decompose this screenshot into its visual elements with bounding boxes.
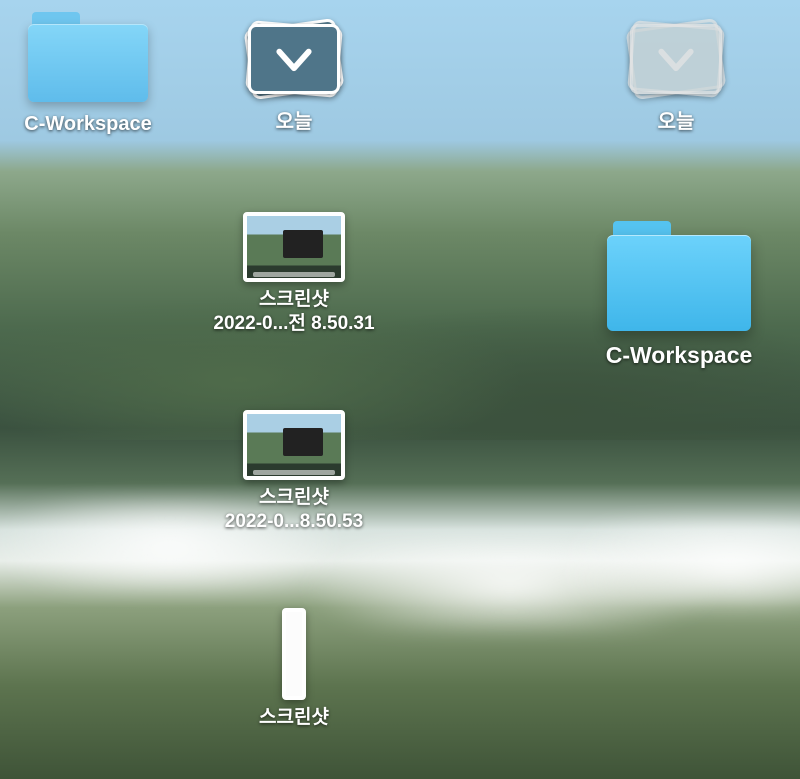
screenshot-item-2[interactable]: 스크린샷2022-0...8.50.53 [204,410,384,534]
screenshot-thumbnail-icon [243,410,345,480]
screenshot-label: 스크린샷2022-0...8.50.53 [225,486,363,534]
chevron-down-icon [272,37,316,81]
stack-label: 오늘 [658,110,695,135]
desktop-left: C-Workspace 오늘 스크린샷2022-0...전 8.50.31 [0,0,400,779]
folder-icon [24,6,152,106]
folder-icon [603,215,755,335]
folder-c-workspace[interactable]: C-Workspace [0,6,178,137]
stack-today[interactable]: 오늘 [586,14,766,135]
stack-icon [239,14,349,104]
screenshot-thumbnail-icon [282,608,306,700]
stack-icon [621,14,731,104]
screenshot-label: 스크린샷2022-0...전 8.50.31 [213,288,374,336]
screenshot-item-3[interactable]: 스크린샷 [204,608,384,730]
screenshot-thumbnail-icon [243,212,345,282]
chevron-down-icon [654,37,698,81]
stack-label: 오늘 [276,110,313,135]
stack-today[interactable]: 오늘 [204,14,384,135]
screenshot-label: 스크린샷 [259,706,329,730]
screenshot-item-1[interactable]: 스크린샷2022-0...전 8.50.31 [204,212,384,336]
folder-label: C-Workspace [606,341,753,370]
folder-c-workspace[interactable]: C-Workspace [574,215,784,370]
desktop-right: 오늘 C-Workspace [400,0,800,779]
folder-label: C-Workspace [24,112,151,137]
